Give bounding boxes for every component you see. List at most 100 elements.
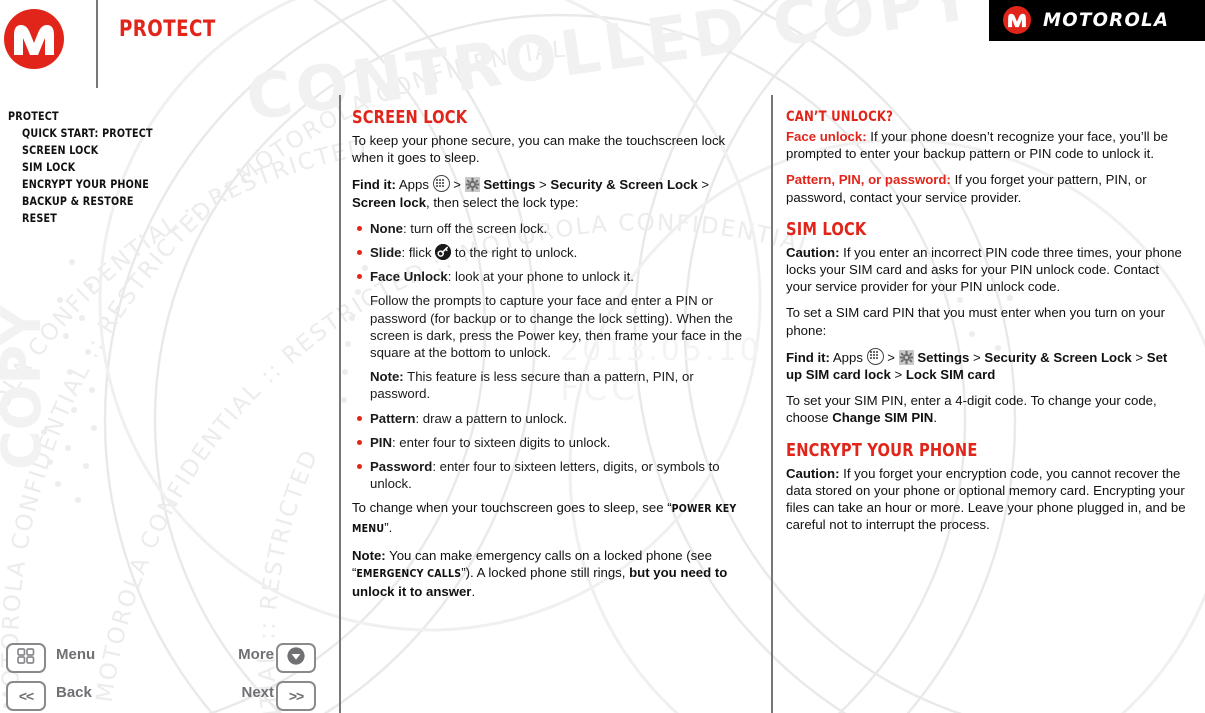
next-label[interactable]: Next — [214, 684, 274, 701]
header-divider — [96, 0, 98, 88]
back-label[interactable]: Back — [56, 684, 92, 701]
bullet-text-pattern: : draw a pattern to unlock. — [415, 410, 568, 426]
find-it-sep-1b: > — [887, 349, 895, 365]
sim-caution-label: Caution: — [786, 244, 840, 260]
find-it-label: Find it: — [352, 177, 396, 193]
sidebar-item-reset[interactable]: RESET — [22, 210, 307, 227]
face-unlock-note: Note: This feature is less secure than a… — [352, 368, 756, 402]
find-it-settings-label: Settings — [483, 177, 536, 193]
sleep-text-after: ”. — [384, 519, 393, 535]
face-unlock-help: Face unlock: If your phone doesn’t recog… — [786, 128, 1186, 162]
more-label[interactable]: More — [214, 646, 274, 663]
note-text-face: This feature is less secure than a patte… — [370, 369, 694, 402]
find-it-settings-label-2: Settings — [917, 349, 970, 365]
sim-lock-caution: Caution: If you enter an incorrect PIN c… — [786, 244, 1186, 296]
sidebar-root-label[interactable]: PROTECT — [8, 108, 306, 125]
apps-grid-icon-2 — [866, 347, 884, 365]
emergency-calls-note: Note: You can make emergency calls on a … — [352, 547, 756, 601]
sidebar-item-encrypt-your-phone[interactable]: ENCRYPT YOUR PHONE — [22, 176, 307, 193]
pattern-pin-password-help: Pattern, PIN, or password: If you forget… — [786, 171, 1186, 205]
settings-gear-icon-2 — [898, 349, 914, 365]
more-button[interactable] — [276, 643, 316, 673]
sim-set-pin-intro: To set a SIM card PIN that you must ente… — [786, 305, 1165, 338]
brand-bar: MOTOROLA — [989, 0, 1205, 41]
note-label-face: Note: — [370, 369, 404, 385]
list-item-pin: PIN: enter four to sixteen digits to unl… — [352, 434, 756, 451]
section-heading-cant-unlock: CAN’T UNLOCK? — [786, 109, 894, 125]
encrypt-caution-label: Caution: — [786, 465, 840, 481]
apps-grid-icon — [432, 175, 450, 193]
bullet-text-none: : turn off the screen lock. — [402, 220, 548, 236]
bullet-term-face-unlock: Face Unlock — [370, 269, 448, 285]
grid-menu-icon — [17, 647, 35, 669]
xref-emergency-calls[interactable]: EMERGENCY CALLS — [356, 568, 461, 580]
back-button[interactable]: << — [6, 681, 46, 711]
sim-pin-text-after: . — [933, 410, 937, 426]
double-left-arrow-icon: << — [18, 688, 34, 704]
svg-text:COPY: COPY — [0, 305, 53, 470]
find-it-security-label: Security & Screen Lock — [550, 177, 698, 193]
bullet-text-slide-before: : flick — [401, 245, 436, 261]
main-content-column: SCREEN LOCK To keep your phone secure, y… — [352, 108, 756, 609]
note-label-emergency: Note: — [352, 547, 386, 563]
slide-lock-icon — [435, 244, 452, 261]
motorola-m-logo-icon — [4, 9, 64, 69]
page-title: PROTECT — [119, 17, 216, 42]
nav-row-menu: Menu More — [0, 637, 330, 675]
find-it-sep-3: > — [701, 177, 710, 193]
sidebar-item-sim-lock[interactable]: SIM LOCK — [22, 159, 307, 176]
find-it-apps-label-2: Apps — [832, 349, 863, 365]
bullet-term-none: None — [370, 220, 403, 236]
sidebar-item-screen-lock[interactable]: SCREEN LOCK — [22, 142, 307, 159]
menu-button[interactable] — [6, 643, 46, 673]
sim-pin-change-para: To set your SIM PIN, enter a 4-digit cod… — [786, 392, 1186, 426]
double-right-arrow-icon: >> — [288, 688, 304, 704]
emergency-text-end: . — [471, 584, 476, 600]
find-it-sep-2b: > — [973, 349, 981, 365]
section-heading-sim-lock: SIM LOCK — [786, 219, 867, 240]
lock-type-list: None: turn off the screen lock. Slide: f… — [352, 220, 756, 286]
find-it-sep-4b: > — [894, 367, 903, 383]
bullet-term-slide: Slide — [370, 245, 402, 261]
face-unlock-detail: Follow the prompts to capture your face … — [370, 293, 743, 361]
list-item-pattern: Pattern: draw a pattern to unlock. — [352, 410, 756, 427]
next-button[interactable]: >> — [276, 681, 316, 711]
section-heading-encrypt-your-phone: ENCRYPT YOUR PHONE — [786, 440, 978, 461]
encrypt-caution: Caution: If you forget your encryption c… — [786, 465, 1186, 534]
face-unlock-help-label: Face unlock: — [786, 129, 867, 144]
bullet-term-pin: PIN — [370, 434, 392, 450]
bullet-term-pattern: Pattern — [370, 410, 416, 426]
sidebar-item-quick-start[interactable]: QUICK START: PROTECT — [22, 125, 307, 142]
bullet-text-pin: : enter four to sixteen digits to unlock… — [391, 434, 611, 450]
list-item-face-unlock: Face Unlock: look at your phone to unloc… — [352, 268, 756, 285]
section-heading-screen-lock: SCREEN LOCK — [352, 108, 468, 128]
encrypt-caution-text: If you forget your encryption code, you … — [786, 465, 1186, 533]
list-item-slide: Slide: flick to the right to unlock. — [352, 244, 756, 261]
bullet-text-face-unlock: : look at your phone to unlock it. — [447, 269, 634, 285]
bullet-term-password: Password — [370, 459, 433, 475]
emergency-text-mid: ”). A locked phone still rings, — [461, 565, 630, 581]
find-it-tail: , then select the lock type: — [426, 194, 579, 210]
column-divider-left — [339, 95, 341, 713]
bullet-text-slide-after: to the right to unlock. — [451, 245, 578, 261]
find-it-sep-1: > — [453, 177, 461, 193]
find-it-lock-sim-label: Lock SIM card — [905, 367, 996, 383]
page-header: PROTECT MOTOROLA — [0, 0, 1205, 96]
list-item-password: Password: enter four to sixteen letters,… — [352, 458, 756, 492]
column-divider-right — [771, 95, 773, 713]
find-it-apps-label: Apps — [398, 177, 429, 193]
chevron-down-icon — [286, 646, 306, 671]
sidebar-item-backup-restore[interactable]: BACKUP & RESTORE — [22, 193, 307, 210]
pattern-help-label: Pattern, PIN, or password: — [786, 172, 951, 188]
right-content-column: CAN’T UNLOCK? Face unlock: If your phone… — [786, 108, 1186, 542]
settings-gear-icon — [464, 177, 480, 193]
menu-label[interactable]: Menu — [56, 646, 95, 663]
nav-row-back: << Back Next >> — [0, 675, 330, 713]
sim-caution-text: If you enter an incorrect PIN code three… — [786, 244, 1182, 295]
sim-pin-bold: Change SIM PIN — [832, 410, 934, 426]
list-item-none: None: turn off the screen lock. — [352, 220, 756, 237]
find-it-security-label-2: Security & Screen Lock — [984, 349, 1132, 365]
bottom-navigation-bar: Menu More << Back Next >> — [0, 637, 330, 713]
find-it-label-2: Find it: — [786, 349, 830, 365]
lock-type-list-2: Pattern: draw a pattern to unlock. PIN: … — [352, 410, 756, 493]
